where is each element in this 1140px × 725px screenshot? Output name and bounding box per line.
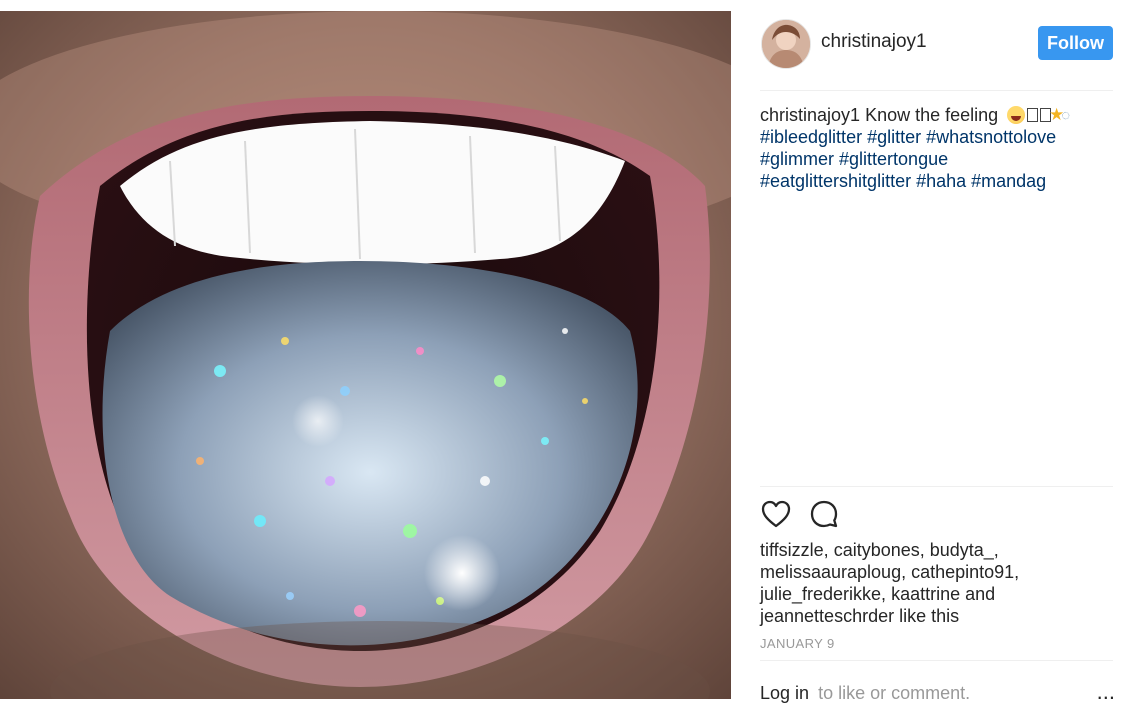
- divider: [760, 660, 1113, 661]
- heart-icon[interactable]: [760, 498, 792, 530]
- caption-hashtags-line1[interactable]: #ibleedglitter #glitter #whatsnottolove: [760, 127, 1056, 147]
- avatar-photo-icon: [762, 20, 810, 68]
- caption-extra-emoji: ★◌: [1049, 105, 1070, 125]
- login-link[interactable]: Log in: [760, 683, 809, 703]
- instagram-post-page: christinajoy1 Follow christinajoy1 Know …: [0, 0, 1140, 725]
- post-header: christinajoy1 Follow: [731, 0, 1140, 88]
- likes-summary: tiffsizzle, caitybones, budyta_, melissa…: [760, 539, 1090, 627]
- login-prompt-text: to like or comment.: [818, 683, 971, 703]
- avatar[interactable]: [761, 19, 811, 69]
- likes-and-text: and: [965, 584, 996, 604]
- ring-icon: ◌: [1061, 107, 1071, 124]
- divider: [760, 90, 1113, 91]
- follow-button[interactable]: Follow: [1038, 26, 1113, 60]
- caption-text: Know the feeling: [865, 105, 999, 125]
- comment-login-footer: Log in to like or comment. ...: [760, 681, 1115, 709]
- post-date[interactable]: JANUARY 9: [760, 636, 835, 651]
- post-photo[interactable]: [0, 11, 731, 699]
- caption-username[interactable]: christinajoy1: [760, 105, 860, 125]
- author-username[interactable]: christinajoy1: [821, 31, 927, 53]
- post-side-panel: christinajoy1 Follow christinajoy1 Know …: [731, 0, 1140, 725]
- likes-suffix: like this: [899, 606, 960, 626]
- divider: [760, 486, 1113, 487]
- squinting-face-tongue-icon: [1007, 106, 1026, 124]
- liked-by-last-user[interactable]: jeannetteschrder: [760, 606, 894, 626]
- glitter-tongue-photo: [0, 11, 731, 699]
- missing-glyph-icon: [1027, 108, 1039, 122]
- caption-hashtags-line3[interactable]: #eatglittershitglitter #haha #mandag: [760, 171, 1046, 191]
- comment-icon[interactable]: [808, 498, 840, 530]
- more-icon[interactable]: ...: [1097, 681, 1115, 703]
- caption-hashtags-line2[interactable]: #glimmer #glittertongue: [760, 149, 948, 169]
